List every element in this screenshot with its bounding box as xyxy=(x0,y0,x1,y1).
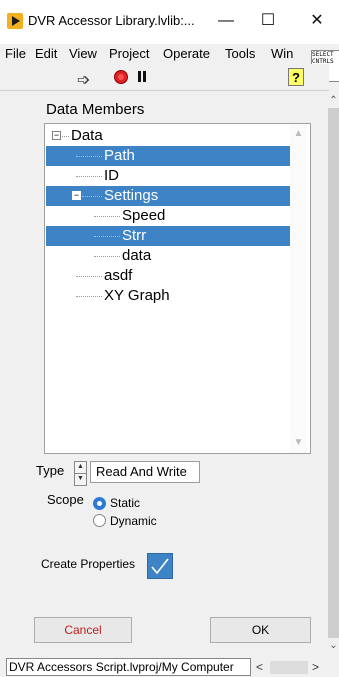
data-members-heading: Data Members xyxy=(46,101,145,118)
menu-operate[interactable]: Operate xyxy=(163,46,210,61)
tree-item-label: asdf xyxy=(104,267,133,284)
scroll-left-icon[interactable]: < xyxy=(256,660,263,674)
menu-file[interactable]: File xyxy=(5,46,26,61)
abort-execution-icon[interactable] xyxy=(114,70,128,84)
scope-dynamic-radio[interactable] xyxy=(93,514,106,527)
collapse-icon[interactable]: − xyxy=(72,191,81,200)
scope-dynamic-label[interactable]: Dynamic xyxy=(110,514,157,528)
tree-item-label: Path xyxy=(104,147,135,164)
maximize-button[interactable]: ☐ xyxy=(253,8,283,34)
menu-tools[interactable]: Tools xyxy=(225,46,255,61)
data-members-tree[interactable]: − Data Path ID − Settings Speed Strr dat… xyxy=(44,123,311,454)
tree-item-label: Speed xyxy=(122,207,166,224)
window-title: DVR Accessor Library.lvlib:... xyxy=(28,13,195,28)
tree-item-data[interactable]: − Data xyxy=(46,126,291,146)
tree-item-speed[interactable]: Speed xyxy=(46,206,291,226)
type-label: Type xyxy=(36,463,65,478)
tree-scroll-down-icon[interactable]: ▼ xyxy=(293,437,304,448)
tree-item-xy-graph[interactable]: XY Graph xyxy=(46,286,291,306)
scroll-right-icon[interactable]: > xyxy=(312,660,319,674)
run-arrow-icon[interactable]: ➩ xyxy=(77,70,90,90)
tree-scroll-up-icon[interactable]: ▲ xyxy=(293,128,304,139)
tree-item-label: ID xyxy=(104,167,119,184)
minimize-button[interactable]: — xyxy=(211,8,241,34)
cancel-button[interactable]: Cancel xyxy=(34,617,132,643)
close-button[interactable]: ✕ xyxy=(302,8,332,34)
tree-connector xyxy=(82,196,102,197)
checkmark-icon xyxy=(151,558,169,575)
toolbar xyxy=(0,64,329,91)
collapse-icon[interactable]: − xyxy=(52,131,61,140)
tree-connector xyxy=(76,296,102,297)
create-properties-checkbox[interactable] xyxy=(147,553,173,579)
spinner-down-icon[interactable]: ▼ xyxy=(74,473,87,486)
type-ring-value[interactable]: Read And Write xyxy=(90,461,200,483)
tree-item-label: Settings xyxy=(104,187,159,204)
tree-connector xyxy=(94,256,120,257)
tree-item-asdf[interactable]: asdf xyxy=(46,266,291,286)
tree-item-path[interactable]: Path xyxy=(46,146,291,166)
scope-static-label[interactable]: Static xyxy=(110,496,140,510)
tree-item-label: Strr xyxy=(122,227,147,244)
tree-connector xyxy=(76,276,102,277)
scope-label: Scope xyxy=(47,492,84,507)
tree-item-label: data xyxy=(122,247,152,264)
menu-view[interactable]: View xyxy=(69,46,97,61)
tree-item-id[interactable]: ID xyxy=(46,166,291,186)
context-help-button[interactable]: ? xyxy=(288,68,304,86)
tree-connector xyxy=(94,236,120,237)
menu-edit[interactable]: Edit xyxy=(35,46,57,61)
pause-icon[interactable] xyxy=(137,70,147,84)
labview-app-icon xyxy=(7,13,23,29)
ok-button[interactable]: OK xyxy=(210,617,311,643)
tree-connector xyxy=(76,156,102,157)
menu-window[interactable]: Win xyxy=(271,46,293,61)
tree-vertical-scrollbar[interactable] xyxy=(290,124,307,453)
scroll-up-icon[interactable]: ⌃ xyxy=(328,95,339,106)
tree-connector xyxy=(94,216,120,217)
scroll-down-icon[interactable]: ⌄ xyxy=(328,640,339,651)
tree-item-label: Data xyxy=(71,127,103,144)
scope-static-radio[interactable] xyxy=(93,497,106,510)
tree-item-strr[interactable]: Strr xyxy=(46,226,291,246)
tree-connector xyxy=(62,136,69,137)
menu-project[interactable]: Project xyxy=(109,46,149,61)
vertical-scroll-thumb[interactable] xyxy=(328,108,339,638)
project-path-field[interactable]: DVR Accessors Script.lvproj/My Computer xyxy=(6,658,251,676)
type-spinner[interactable]: ▲ ▼ xyxy=(74,461,87,486)
horizontal-scroll-track[interactable] xyxy=(270,661,308,674)
create-properties-label: Create Properties xyxy=(41,557,136,571)
tree-item-label: XY Graph xyxy=(104,287,170,304)
tree-connector xyxy=(76,176,102,177)
tree-item-data-child[interactable]: data xyxy=(46,246,291,266)
tree-item-settings[interactable]: − Settings xyxy=(46,186,291,206)
